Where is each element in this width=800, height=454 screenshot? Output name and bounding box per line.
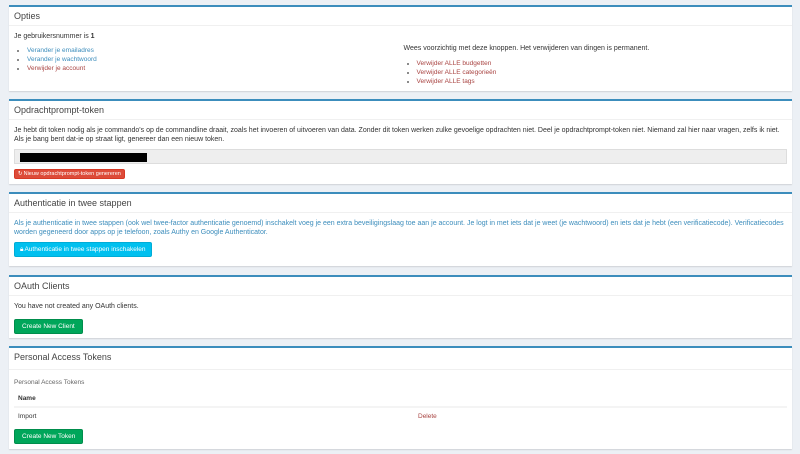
- username-value: 1: [90, 33, 95, 40]
- delete-account-link[interactable]: Verwijder je account: [27, 65, 85, 72]
- table-row: Import Delete: [14, 406, 787, 425]
- token-body: Je hebt dit token nodig als je commando'…: [9, 120, 792, 179]
- lock-icon: 🔒︎: [20, 246, 24, 253]
- twofactor-description: Als je authenticatie in twee stappen (oo…: [14, 220, 784, 236]
- twofactor-title: Authenticatie in twee stappen: [9, 194, 792, 213]
- regenerate-token-label: Nieuw opdrachtprompt-token genereren: [23, 171, 121, 177]
- change-password-link[interactable]: Verander je wachtwoord: [27, 56, 97, 63]
- oauth-panel: OAuth Clients You have not created any O…: [9, 275, 792, 338]
- delete-all-categories-link[interactable]: Verwijder ALLE categorieën: [417, 69, 497, 76]
- name-column-header: Name: [14, 391, 414, 408]
- pat-panel: Personal Access Tokens Personal Access T…: [9, 346, 792, 449]
- twofactor-body: Als je authenticatie in twee stappen (oo…: [9, 213, 792, 257]
- username-text: Je gebruikersnummer is: [14, 33, 89, 40]
- danger-warning: Wees voorzichtig met deze knoppen. Het v…: [403, 45, 650, 52]
- options-left: Je gebruikersnummer is 1 Verander je ema…: [14, 32, 401, 86]
- list-item: Verwijder ALLE categorieën: [417, 68, 788, 77]
- refresh-icon: ↻: [18, 171, 23, 177]
- delete-token-link[interactable]: Delete: [418, 413, 437, 420]
- token-panel: Opdrachtprompt-token Je hebt dit token n…: [9, 99, 792, 184]
- options-body: Je gebruikersnummer is 1 Verander je ema…: [9, 26, 792, 86]
- pat-table: Name Import Delete: [14, 391, 787, 425]
- token-value-redacted: [20, 153, 147, 162]
- pat-body: Personal Access Tokens Name Import Delet…: [9, 370, 792, 444]
- token-name: Import: [14, 406, 414, 425]
- pat-title: Personal Access Tokens: [9, 348, 792, 370]
- regenerate-token-button[interactable]: ↻Nieuw opdrachtprompt-token genereren: [14, 169, 125, 179]
- list-item: Verwijder ALLE budgetten: [417, 59, 788, 68]
- oauth-empty-text: You have not created any OAuth clients.: [14, 303, 139, 310]
- delete-all-budgets-link[interactable]: Verwijder ALLE budgetten: [417, 60, 492, 67]
- twofactor-panel: Authenticatie in twee stappen Als je aut…: [9, 192, 792, 266]
- oauth-title: OAuth Clients: [9, 277, 792, 296]
- token-description: Je hebt dit token nodig als je commando'…: [14, 127, 780, 143]
- danger-links: Verwijder ALLE budgetten Verwijder ALLE …: [404, 59, 788, 86]
- options-right: Wees voorzichtig met deze knoppen. Het v…: [401, 32, 788, 86]
- pat-subtitle: Personal Access Tokens: [14, 379, 85, 386]
- create-token-button[interactable]: Create New Token: [14, 429, 84, 444]
- options-panel: Opties Je gebruikersnummer is 1 Verander…: [9, 5, 792, 91]
- change-email-link[interactable]: Verander je emailadres: [27, 47, 94, 54]
- enable-twofactor-label: Authenticatie in twee stappen inschakele…: [24, 246, 146, 253]
- token-field[interactable]: [14, 149, 787, 164]
- options-title: Opties: [9, 7, 792, 26]
- list-item: Verander je wachtwoord: [27, 55, 401, 64]
- list-item: Verwijder ALLE tags: [417, 77, 788, 86]
- table-header-row: Name: [14, 391, 787, 408]
- username-line: Je gebruikersnummer is 1: [14, 32, 401, 41]
- enable-twofactor-button[interactable]: 🔒︎Authenticatie in twee stappen inschake…: [14, 242, 152, 257]
- list-item: Verander je emailadres: [27, 46, 401, 55]
- create-client-button[interactable]: Create New Client: [14, 319, 83, 334]
- list-item: Verwijder je account: [27, 64, 401, 73]
- account-links: Verander je emailadres Verander je wacht…: [14, 46, 401, 73]
- token-actions: Delete: [414, 406, 787, 425]
- delete-all-tags-link[interactable]: Verwijder ALLE tags: [417, 78, 475, 85]
- action-column-header: [414, 391, 787, 408]
- token-title: Opdrachtprompt-token: [9, 101, 792, 120]
- oauth-body: You have not created any OAuth clients. …: [9, 296, 792, 334]
